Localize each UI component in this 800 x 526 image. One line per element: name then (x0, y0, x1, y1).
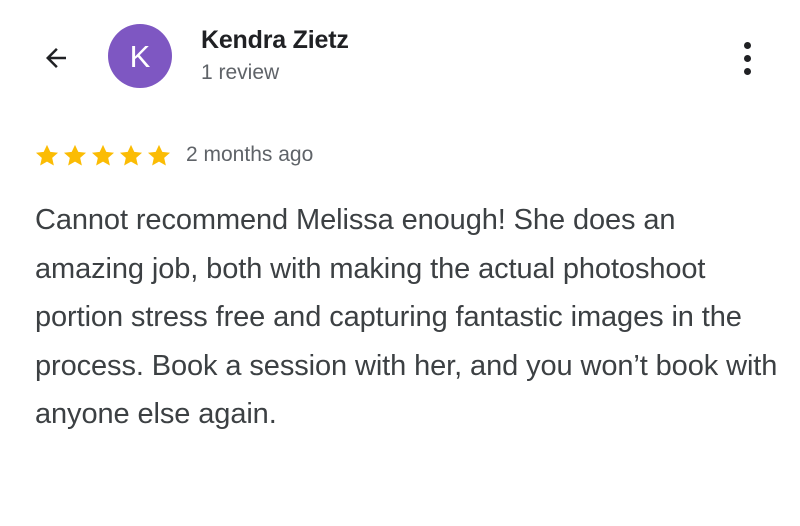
avatar-letter: K (129, 38, 151, 74)
review-header: K Kendra Zietz 1 review (0, 0, 800, 110)
star-icon (91, 144, 115, 166)
rating-row: 2 months ago (33, 140, 313, 170)
star-icon (35, 144, 59, 166)
avatar[interactable]: K (108, 24, 172, 88)
more-options-button[interactable] (730, 36, 764, 80)
more-vert-icon-dot (743, 67, 751, 75)
arrow-left-icon (46, 48, 66, 68)
star-rating (33, 142, 173, 169)
review-count: 1 review (201, 61, 280, 84)
star-icon (63, 144, 87, 166)
more-vert-icon-dot (743, 54, 751, 62)
back-button[interactable] (34, 38, 78, 78)
review-text: Cannot recommend Melissa enough! She doe… (35, 204, 778, 430)
star-icon (119, 144, 143, 166)
reviewer-name[interactable]: Kendra Zietz (201, 26, 349, 55)
more-vert-icon (743, 41, 751, 49)
review-date: 2 months ago (186, 143, 314, 166)
star-icon (147, 144, 171, 166)
